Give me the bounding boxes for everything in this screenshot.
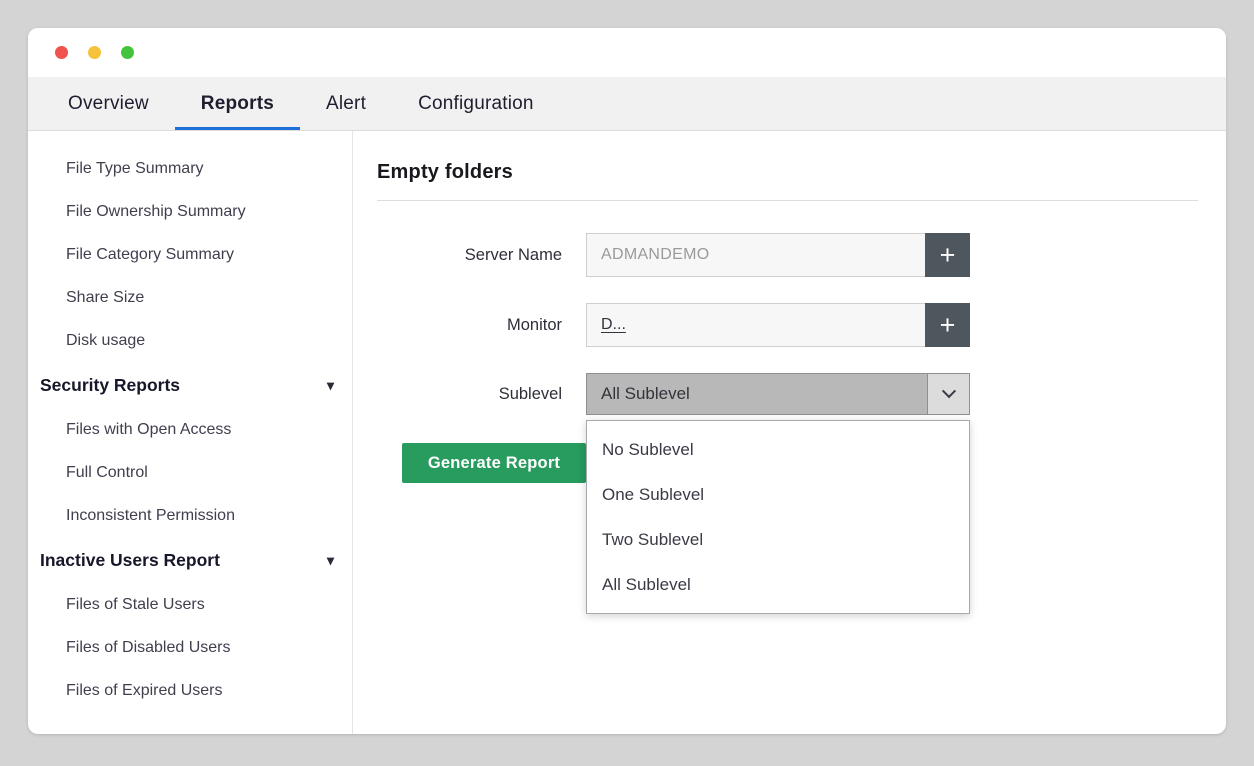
monitor-row: Monitor D... +: [377, 303, 1198, 347]
sidebar-item-disk-usage[interactable]: Disk usage: [28, 319, 352, 362]
plus-icon: +: [940, 310, 956, 341]
sidebar-item-file-type-summary[interactable]: File Type Summary: [28, 147, 352, 190]
sidebar-item-file-category-summary[interactable]: File Category Summary: [28, 233, 352, 276]
monitor-field-group: D... +: [586, 303, 970, 347]
tab-alert[interactable]: Alert: [300, 77, 392, 130]
server-name-label: Server Name: [377, 246, 562, 265]
server-name-value: ADMANDEMO: [601, 246, 709, 264]
dropdown-option-no-sublevel[interactable]: No Sublevel: [587, 427, 969, 472]
sidebar-section-inactive-users-report[interactable]: Inactive Users Report ▾: [28, 537, 352, 583]
tab-alert-label: Alert: [326, 93, 366, 115]
chevron-down-icon: [941, 384, 955, 398]
sidebar-item-full-control[interactable]: Full Control: [28, 451, 352, 494]
sublevel-dropdown-panel: No Sublevel One Sublevel Two Sublevel Al…: [586, 420, 970, 614]
plus-icon: +: [940, 240, 956, 271]
monitor-label: Monitor: [377, 316, 562, 335]
title-divider: [377, 200, 1198, 201]
page-title: Empty folders: [377, 161, 1198, 184]
main-content: Empty folders Server Name ADMANDEMO + Mo…: [353, 131, 1226, 734]
zoom-window-button[interactable]: [121, 46, 134, 59]
close-window-button[interactable]: [55, 46, 68, 59]
sidebar-section-label: Security Reports: [40, 375, 180, 396]
sidebar-item-label: Share Size: [66, 289, 144, 307]
sidebar-item-share-size[interactable]: Share Size: [28, 276, 352, 319]
sublevel-label: Sublevel: [377, 385, 562, 404]
sidebar-item-label: File Type Summary: [66, 160, 204, 178]
sidebar-item-label: Inconsistent Permission: [66, 507, 235, 525]
tab-configuration-label: Configuration: [418, 93, 534, 115]
sidebar-section-label: Inactive Users Report: [40, 550, 220, 571]
sidebar-item-label: Files of Expired Users: [66, 682, 223, 700]
body-row: File Type Summary File Ownership Summary…: [28, 131, 1226, 734]
dropdown-option-one-sublevel[interactable]: One Sublevel: [587, 472, 969, 517]
tab-overview-label: Overview: [68, 93, 149, 115]
sidebar-item-label: Full Control: [66, 464, 148, 482]
server-name-field-group: ADMANDEMO +: [586, 233, 970, 277]
chevron-down-icon: ▾: [327, 378, 334, 392]
add-monitor-button[interactable]: +: [925, 303, 970, 347]
sidebar-item-label: File Category Summary: [66, 246, 234, 264]
sublevel-select[interactable]: All Sublevel: [586, 373, 970, 415]
dropdown-option-all-sublevel[interactable]: All Sublevel: [587, 562, 969, 607]
window-titlebar: [28, 28, 1226, 77]
monitor-input[interactable]: D...: [586, 303, 925, 347]
dropdown-option-two-sublevel[interactable]: Two Sublevel: [587, 517, 969, 562]
app-window: Overview Reports Alert Configuration Fil…: [28, 28, 1226, 734]
sidebar-item-files-with-open-access[interactable]: Files with Open Access: [28, 408, 352, 451]
minimize-window-button[interactable]: [88, 46, 101, 59]
sidebar-item-label: Files of Disabled Users: [66, 639, 231, 657]
monitor-value-link[interactable]: D...: [601, 316, 626, 334]
tab-overview[interactable]: Overview: [42, 77, 175, 130]
sublevel-selected-value: All Sublevel: [587, 374, 927, 414]
tab-configuration[interactable]: Configuration: [392, 77, 560, 130]
sidebar-item-files-of-stale-users[interactable]: Files of Stale Users: [28, 583, 352, 626]
sidebar-item-label: Files of Stale Users: [66, 596, 205, 614]
sidebar-item-label: File Ownership Summary: [66, 203, 246, 221]
add-server-button[interactable]: +: [925, 233, 970, 277]
server-name-row: Server Name ADMANDEMO +: [377, 233, 1198, 277]
sublevel-field-group: All Sublevel No Sublevel One Sublevel Tw…: [586, 373, 970, 415]
top-navbar: Overview Reports Alert Configuration: [28, 77, 1226, 131]
sidebar-item-file-ownership-summary[interactable]: File Ownership Summary: [28, 190, 352, 233]
reports-sidebar: File Type Summary File Ownership Summary…: [28, 131, 353, 734]
sidebar-item-inconsistent-permission[interactable]: Inconsistent Permission: [28, 494, 352, 537]
server-name-input[interactable]: ADMANDEMO: [586, 233, 925, 277]
sidebar-item-label: Files with Open Access: [66, 421, 231, 439]
sidebar-item-files-of-disabled-users[interactable]: Files of Disabled Users: [28, 626, 352, 669]
generate-report-button[interactable]: Generate Report: [402, 443, 586, 483]
sidebar-section-security-reports[interactable]: Security Reports ▾: [28, 362, 352, 408]
tab-reports-label: Reports: [201, 93, 274, 115]
sublevel-row: Sublevel All Sublevel No Sublevel One Su…: [377, 373, 1198, 415]
sidebar-item-label: Disk usage: [66, 332, 145, 350]
sublevel-select-arrow[interactable]: [927, 374, 969, 414]
sidebar-item-files-of-expired-users[interactable]: Files of Expired Users: [28, 669, 352, 712]
chevron-down-icon: ▾: [327, 553, 334, 567]
tab-reports[interactable]: Reports: [175, 77, 300, 130]
